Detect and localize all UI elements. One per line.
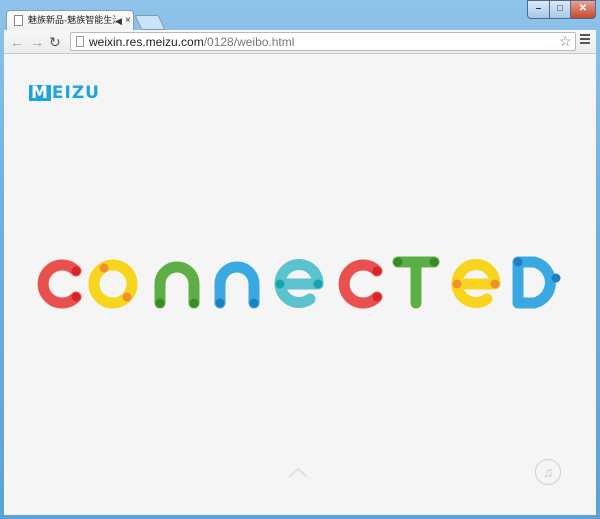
url-path: /0128/weibo.html <box>203 35 295 49</box>
letter-n2 <box>214 261 260 309</box>
tab-strip: 魅族新品-魅族智能生活 ◀ × – □ ✕ <box>0 0 600 31</box>
letter-t-dot <box>393 257 403 267</box>
tab-title: 魅族新品-魅族智能生活 <box>28 16 116 26</box>
page-icon <box>76 36 84 47</box>
letter-n1-dot <box>189 298 199 308</box>
reload-icon[interactable]: ↻ <box>49 33 61 51</box>
new-tab-button[interactable] <box>134 15 166 30</box>
letter-c2 <box>338 259 383 309</box>
letter-e2 <box>451 259 501 308</box>
address-bar[interactable]: weixin.res.meizu.com/0128/weibo.html ☆ <box>70 32 576 51</box>
chevron-up-icon[interactable] <box>288 468 308 478</box>
letter-c1-dot <box>71 266 81 276</box>
letter-e1-dot <box>275 279 285 289</box>
letter-c2-dot <box>372 292 382 302</box>
letter-t <box>392 256 440 309</box>
tab-active[interactable]: 魅族新品-魅族智能生活 ◀ × <box>6 10 134 31</box>
letter-n1 <box>154 261 200 309</box>
page-viewport: M EIZU ♫ <box>4 54 596 515</box>
forward-arrow-icon[interactable]: → <box>30 33 44 51</box>
letter-d-dot <box>513 257 523 267</box>
letter-c2-dot <box>372 266 382 276</box>
minimize-icon: – <box>535 3 542 14</box>
letter-e1-dot <box>313 279 323 289</box>
letter-d <box>512 256 556 309</box>
speaker-icon: ◀ <box>115 16 122 26</box>
url-host: weixin.res.meizu.com <box>89 35 204 49</box>
maximize-icon: □ <box>556 3 564 14</box>
menu-icon[interactable] <box>580 34 590 46</box>
letter-n1-dot <box>155 298 165 308</box>
address-url[interactable]: weixin.res.meizu.com/0128/weibo.html <box>89 34 294 50</box>
maximize-button[interactable]: □ <box>549 0 571 19</box>
letter-e1 <box>274 259 324 308</box>
letter-d-dot <box>551 273 561 283</box>
page-favicon-icon <box>14 15 23 26</box>
back-arrow-icon[interactable]: ← <box>10 33 24 51</box>
browser-toolbar: ← → ↻ weixin.res.meizu.com/0128/weibo.ht… <box>4 30 596 54</box>
letter-n2-dot <box>249 298 259 308</box>
music-note-icon[interactable]: ♫ <box>535 459 561 485</box>
letter-e2-dot <box>452 279 462 289</box>
letter-o-dot <box>99 263 109 273</box>
minimize-button[interactable]: – <box>527 0 550 19</box>
browser-window: 魅族新品-魅族智能生活 ◀ × – □ ✕ ← → ↻ weixin.res.m… <box>0 0 600 519</box>
letter-c1-dot <box>71 292 81 302</box>
connected-lettering <box>37 256 561 309</box>
close-window-button[interactable]: ✕ <box>570 0 596 19</box>
letter-n2-dot <box>215 298 225 308</box>
connected-headline <box>34 254 566 314</box>
close-icon: ✕ <box>578 3 588 14</box>
close-tab-icon[interactable]: × <box>125 14 131 27</box>
letter-e2-dot <box>490 279 500 289</box>
letter-o-dot <box>122 292 132 302</box>
bookmark-star-icon[interactable]: ☆ <box>559 33 572 50</box>
meizu-logo[interactable]: M EIZU <box>29 85 100 102</box>
letter-t-dot <box>429 257 439 267</box>
letter-c1 <box>37 259 82 309</box>
